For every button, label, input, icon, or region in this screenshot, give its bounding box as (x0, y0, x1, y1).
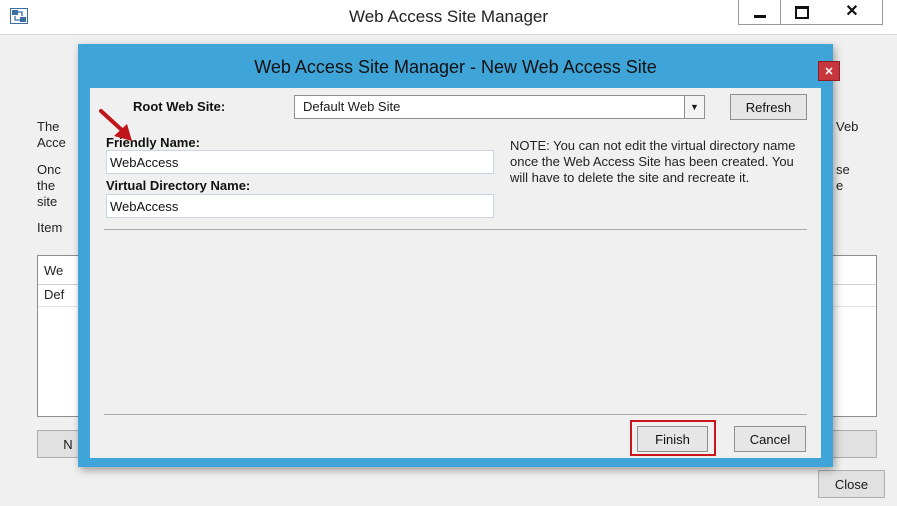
friendly-name-input[interactable] (106, 150, 494, 174)
parent-description-line: Acce (37, 135, 66, 150)
root-web-site-select[interactable]: Default Web Site (294, 95, 685, 119)
list-item-label: Def (44, 287, 65, 302)
divider (104, 229, 807, 230)
minimize-button[interactable] (738, 0, 782, 25)
parent-close-window-button[interactable]: ✕ (822, 0, 883, 25)
parent-description-line: e (836, 178, 844, 193)
chevron-down-icon: ▼ (690, 102, 699, 112)
parent-description-line: se (836, 162, 850, 177)
root-web-site-dropdown-button[interactable]: ▼ (684, 95, 705, 119)
refresh-button-label: Refresh (745, 99, 792, 115)
close-icon: ✕ (845, 3, 859, 20)
cancel-button[interactable]: Cancel (734, 426, 806, 452)
cancel-button-label: Cancel (749, 431, 791, 447)
maximize-icon (795, 5, 809, 19)
refresh-button[interactable]: Refresh (730, 94, 807, 120)
virtual-directory-name-label: Virtual Directory Name: (106, 178, 251, 193)
finish-button[interactable]: Finish (637, 426, 708, 452)
root-web-site-value: Default Web Site (303, 99, 401, 114)
parent-description-line: site (37, 194, 58, 209)
parent-description-line: The (37, 119, 60, 134)
parent-description-line: Veb (836, 119, 859, 134)
dialog-body: Root Web Site: Default Web Site ▼ Refres… (90, 88, 821, 458)
new-site-button-label: N (63, 436, 73, 452)
dialog-close-button[interactable]: ✕ (818, 61, 840, 81)
virtual-directory-note: NOTE: You can not edit the virtual direc… (510, 138, 796, 185)
virtual-directory-name-input[interactable] (106, 194, 494, 218)
close-icon: ✕ (824, 65, 834, 78)
new-web-access-site-dialog: Web Access Site Manager - New Web Access… (78, 44, 840, 467)
maximize-button[interactable] (780, 0, 824, 25)
dialog-title: Web Access Site Manager - New Web Access… (254, 57, 657, 77)
parent-titlebar: Web Access Site Manager ✕ (0, 0, 897, 35)
parent-description-line: Onc (37, 162, 61, 177)
minimize-icon (754, 14, 766, 18)
parent-description-line: the (37, 178, 56, 193)
close-button[interactable]: Close (818, 470, 885, 498)
red-arrow-icon (99, 109, 132, 141)
list-column-header: We (44, 263, 64, 278)
parent-items-label: Item (37, 220, 63, 235)
close-button-label: Close (834, 476, 869, 492)
finish-button-label: Finish (655, 431, 690, 447)
divider (104, 414, 807, 415)
root-web-site-label: Root Web Site: (133, 99, 226, 114)
